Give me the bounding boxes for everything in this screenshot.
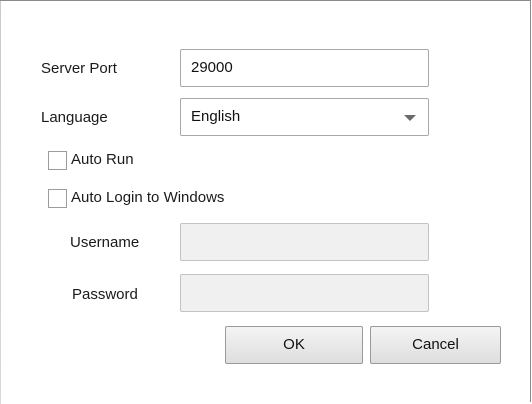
password-label: Password: [72, 286, 138, 303]
window-left-edge: [0, 1, 1, 404]
auto-run-checkbox[interactable]: [48, 151, 67, 170]
password-input[interactable]: [180, 274, 429, 312]
username-label: Username: [70, 234, 140, 251]
username-input[interactable]: [180, 223, 429, 261]
language-label: Language: [41, 109, 108, 126]
language-select-value: English: [191, 108, 241, 125]
auto-run-label[interactable]: Auto Run: [71, 151, 134, 169]
server-port-label: Server Port: [41, 60, 117, 77]
auto-login-label[interactable]: Auto Login to Windows: [71, 189, 224, 207]
settings-dialog: Server Port 29000 Language English Auto …: [0, 0, 531, 404]
auto-login-checkbox[interactable]: [48, 189, 67, 208]
language-select[interactable]: English: [180, 98, 429, 136]
cancel-button[interactable]: Cancel: [370, 326, 501, 364]
server-port-input[interactable]: 29000: [180, 49, 429, 87]
chevron-down-icon[interactable]: [404, 115, 416, 121]
ok-button[interactable]: OK: [225, 326, 363, 364]
